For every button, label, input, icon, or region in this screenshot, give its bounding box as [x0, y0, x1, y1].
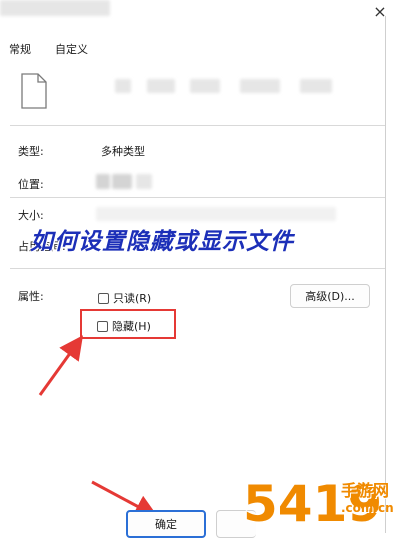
annotation-arrows: [38, 335, 159, 518]
ok-button[interactable]: 确定: [126, 510, 206, 538]
watermark-site-name: 手游网: [341, 481, 390, 500]
watermark-logo: 5419 手游网 .com.cn: [241, 461, 395, 534]
ok-button-label: 确定: [155, 518, 177, 531]
arrow-to-hidden: [38, 335, 84, 396]
watermark-site-url: .com.cn: [341, 501, 394, 515]
arrow-to-ok: [91, 480, 159, 518]
